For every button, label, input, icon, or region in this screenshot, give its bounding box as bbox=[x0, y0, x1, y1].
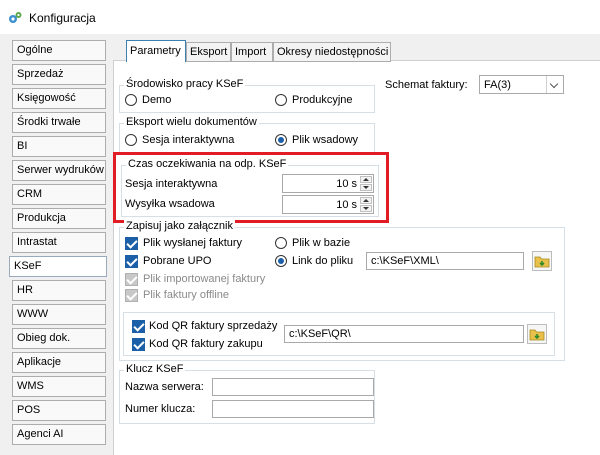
chevron-down-icon[interactable] bbox=[546, 76, 563, 93]
plik-offline-checkbox bbox=[125, 289, 138, 302]
sidebar-item-obieg-dok[interactable]: Obieg dok. bbox=[12, 328, 106, 349]
gear-icon bbox=[9, 12, 22, 23]
plik-wsadowy-label: Plik wsadowy bbox=[292, 134, 359, 146]
sidebar-item-ogolne[interactable]: Ogólne bbox=[12, 40, 106, 61]
schemat-value: FA(3) bbox=[484, 79, 511, 91]
folder-icon bbox=[534, 256, 550, 268]
numer-klucza-input[interactable] bbox=[212, 400, 374, 418]
sidebar-item-sprzedaz[interactable]: Sprzedaż bbox=[12, 64, 106, 85]
nazwa-serwera-label: Nazwa serwera: bbox=[125, 381, 204, 393]
sidebar-item-label: HR bbox=[17, 284, 33, 296]
sidebar-item-label: KSeF bbox=[14, 260, 42, 272]
folder-qr-button[interactable] bbox=[527, 324, 547, 344]
sidebar-item-pos[interactable]: POS bbox=[12, 400, 106, 421]
plik-importowanej-label: Plik importowanej faktury bbox=[143, 273, 266, 285]
tab-okresy-niedostepnosci[interactable]: Okresy niedostępności bbox=[273, 42, 391, 62]
sidebar-item-label: Ogólne bbox=[17, 44, 53, 56]
sidebar-item-intrastat[interactable]: Intrastat bbox=[12, 232, 106, 253]
produkcyjne-label: Produkcyjne bbox=[292, 94, 353, 106]
plik-w-bazie-radio[interactable] bbox=[275, 237, 287, 249]
schemat-label: Schemat faktury: bbox=[385, 79, 468, 91]
tab-label: Parametry bbox=[130, 45, 181, 57]
sidebar-item-aplikacje[interactable]: Aplikacje bbox=[12, 352, 106, 373]
sidebar-item-label: POS bbox=[17, 404, 41, 416]
sidebar-item-label: Agenci AI bbox=[17, 428, 64, 440]
numer-klucza-label: Numer klucza: bbox=[125, 403, 196, 415]
plik-wyslanej-checkbox[interactable] bbox=[125, 237, 138, 250]
sidebar-item-label: Księgowość bbox=[17, 92, 76, 104]
sidebar-item-serwer-wydrukow[interactable]: Serwer wydruków bbox=[12, 160, 106, 181]
qr-path-input[interactable]: c:\KSeF\QR\ bbox=[284, 325, 524, 343]
demo-radio[interactable] bbox=[125, 94, 137, 106]
sidebar-item-bi[interactable]: BI bbox=[12, 136, 106, 157]
kod-qr-zakupu-label: Kod QR faktury zakupu bbox=[149, 338, 263, 350]
sidebar-item-label: Aplikacje bbox=[17, 356, 62, 368]
tab-parametry[interactable]: Parametry bbox=[126, 40, 186, 62]
sidebar-item-label: Obieg dok. bbox=[17, 332, 71, 344]
sesja-interaktywna-label: Sesja interaktywna bbox=[142, 134, 235, 146]
sidebar-item-srodki-trwale[interactable]: Środki trwałe bbox=[12, 112, 106, 133]
sidebar-item-label: WWW bbox=[17, 308, 49, 320]
highlight-box bbox=[113, 152, 389, 223]
xml-path-input[interactable]: c:\KSeF\XML\ bbox=[366, 252, 524, 270]
sidebar-item-ksiegowosc[interactable]: Księgowość bbox=[12, 88, 106, 109]
klucz-legend: Klucz KSeF bbox=[124, 363, 186, 375]
sidebar-item-hr[interactable]: HR bbox=[12, 280, 106, 301]
sidebar-item-label: WMS bbox=[17, 380, 44, 392]
sidebar-item-produkcja[interactable]: Produkcja bbox=[12, 208, 106, 229]
kod-qr-sprzedazy-label: Kod QR faktury sprzedaży bbox=[149, 320, 278, 332]
plik-wyslanej-label: Plik wysłanej faktury bbox=[143, 237, 243, 249]
plik-wsadowy-radio[interactable] bbox=[275, 134, 287, 146]
sidebar-item-www[interactable]: WWW bbox=[12, 304, 106, 325]
zapisuj-legend: Zapisuj jako załącznik bbox=[124, 220, 235, 232]
sesja-interaktywna-radio[interactable] bbox=[125, 134, 137, 146]
plik-offline-label: Plik faktury offline bbox=[143, 289, 230, 301]
nazwa-serwera-input[interactable] bbox=[212, 378, 374, 396]
sidebar-item-crm[interactable]: CRM bbox=[12, 184, 106, 205]
folder-xml-button[interactable] bbox=[532, 251, 552, 271]
pobrane-upo-checkbox[interactable] bbox=[125, 255, 138, 268]
schemat-select[interactable]: FA(3) bbox=[479, 75, 564, 94]
plik-w-bazie-label: Plik w bazie bbox=[292, 237, 351, 249]
sidebar-item-ksef[interactable]: KSeF bbox=[9, 256, 107, 277]
produkcyjne-radio[interactable] bbox=[275, 94, 287, 106]
sidebar-item-label: Serwer wydruków bbox=[17, 164, 104, 176]
pobrane-upo-label: Pobrane UPO bbox=[143, 255, 212, 267]
sidebar-item-agenci-ai[interactable]: Agenci AI bbox=[12, 424, 106, 445]
kod-qr-sprzedazy-checkbox[interactable] bbox=[132, 320, 145, 333]
folder-icon bbox=[529, 329, 545, 341]
sidebar-item-label: CRM bbox=[17, 188, 43, 200]
tab-label: Import bbox=[235, 46, 267, 58]
kod-qr-zakupu-checkbox[interactable] bbox=[132, 338, 145, 351]
sidebar-item-wms[interactable]: WMS bbox=[12, 376, 106, 397]
tab-label: Okresy niedostępności bbox=[277, 46, 389, 58]
srodowisko-legend: Środowisko pracy KSeF bbox=[124, 78, 246, 90]
sidebar-item-label: Produkcja bbox=[17, 212, 66, 224]
sidebar-item-label: Intrastat bbox=[17, 236, 57, 248]
tab-eksport[interactable]: Eksport bbox=[186, 42, 231, 62]
tab-label: Eksport bbox=[190, 46, 228, 58]
plik-importowanej-checkbox bbox=[125, 273, 138, 286]
link-do-pliku-label: Link do pliku bbox=[292, 255, 354, 267]
demo-label: Demo bbox=[142, 94, 172, 106]
eksport-legend: Eksport wielu dokumentów bbox=[124, 116, 259, 128]
tab-import[interactable]: Import bbox=[231, 42, 273, 62]
sidebar-item-label: Sprzedaż bbox=[17, 68, 64, 80]
sidebar-item-label: BI bbox=[17, 140, 28, 152]
sidebar-item-label: Środki trwałe bbox=[17, 116, 81, 128]
link-do-pliku-radio[interactable] bbox=[275, 255, 287, 267]
window-title: Konfiguracja bbox=[29, 11, 96, 25]
